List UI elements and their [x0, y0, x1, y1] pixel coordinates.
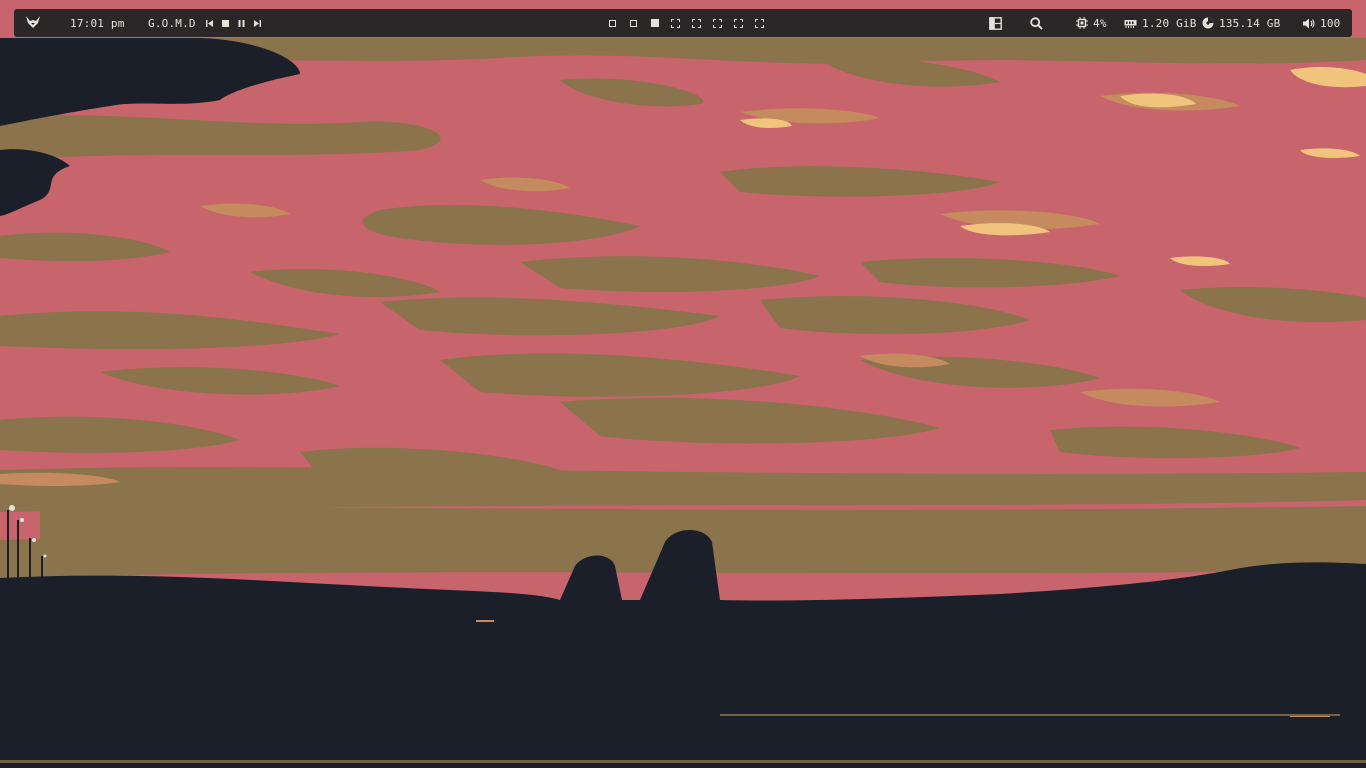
workspace-occupied-icon [630, 19, 637, 27]
desktop-wallpaper [0, 0, 1366, 768]
workspace-empty-icon [755, 18, 764, 28]
clock[interactable]: 17:01 pm [70, 9, 125, 37]
next-button[interactable] [250, 9, 266, 37]
search-icon [1029, 16, 1043, 30]
launcher-button[interactable] [24, 9, 42, 37]
workspace-4[interactable] [665, 9, 686, 37]
stop-button[interactable] [218, 9, 234, 37]
memory-usage[interactable]: 1.20 GiB [1124, 9, 1197, 37]
disk-value: 135.14 GB [1219, 16, 1281, 30]
workspace-empty-icon [671, 18, 680, 28]
previous-icon [206, 19, 214, 27]
memory-icon [1124, 19, 1137, 28]
workspace-7[interactable] [728, 9, 749, 37]
disk-icon [1202, 17, 1214, 29]
pause-button[interactable] [234, 9, 250, 37]
pause-icon [238, 19, 245, 27]
workspace-empty-icon [713, 18, 722, 28]
memory-value: 1.20 GiB [1142, 16, 1197, 30]
previous-button[interactable] [202, 9, 218, 37]
workspace-3[interactable] [644, 9, 665, 37]
layout-icon [988, 16, 1002, 30]
cpu-icon [1076, 17, 1088, 29]
workspace-empty-icon [692, 18, 701, 28]
workspace-5[interactable] [686, 9, 707, 37]
volume-value: 100 [1320, 16, 1341, 30]
workspace-switcher [602, 9, 770, 37]
next-icon [254, 19, 262, 27]
workspace-1[interactable] [602, 9, 623, 37]
stop-icon [222, 19, 230, 27]
workspace-empty-icon [734, 18, 743, 28]
workspace-2[interactable] [623, 9, 644, 37]
cpu-value: 4% [1093, 16, 1107, 30]
workspace-6[interactable] [707, 9, 728, 37]
top-status-bar: 17:01 pm G.O.M.D 4% 1.20 GiB 135.14 GB 1… [14, 9, 1352, 37]
sunset-landscape-image [0, 0, 1366, 768]
workspace-active-icon [650, 19, 659, 27]
search-button[interactable] [1029, 9, 1043, 37]
volume-icon [1303, 18, 1315, 29]
workspace-8[interactable] [749, 9, 770, 37]
media-track-title[interactable]: G.O.M.D [148, 17, 196, 30]
volume-control[interactable]: 100 [1303, 9, 1340, 37]
fox-icon [25, 15, 41, 32]
layout-button[interactable] [988, 9, 1002, 37]
media-player: G.O.M.D [148, 9, 266, 37]
disk-usage[interactable]: 135.14 GB [1202, 9, 1280, 37]
cpu-usage[interactable]: 4% [1076, 9, 1107, 37]
workspace-occupied-icon [609, 19, 616, 27]
